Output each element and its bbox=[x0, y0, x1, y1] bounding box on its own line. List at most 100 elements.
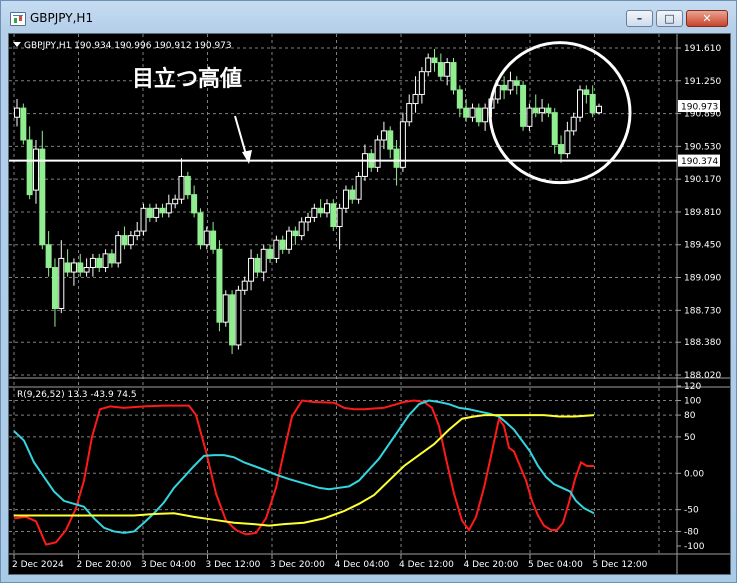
candle-body bbox=[501, 84, 508, 91]
time-tick-label: 4 Dec 20:00 bbox=[464, 560, 519, 570]
candle-body bbox=[361, 153, 368, 177]
candle-body bbox=[450, 62, 457, 91]
candle-body bbox=[64, 262, 71, 273]
candle-body bbox=[520, 84, 527, 127]
candle-body bbox=[317, 207, 324, 214]
candle-body bbox=[286, 230, 293, 250]
candle-body bbox=[260, 248, 267, 273]
time-tick-label: 5 Dec 04:00 bbox=[528, 560, 583, 570]
candle-body bbox=[159, 207, 166, 214]
indicator-info: R(9,26,52) 13.3 -43.9 74.5 bbox=[17, 390, 137, 400]
chart-window-icon[interactable] bbox=[10, 12, 26, 26]
indicator-tick-label: 80 bbox=[684, 411, 696, 421]
candle-body bbox=[58, 257, 65, 310]
price-axis: 191.610191.250190.890190.530190.170189.8… bbox=[677, 44, 721, 381]
chart-area[interactable]: 191.610 191.250 190.890 190.530 190.170 189.8… bbox=[8, 33, 731, 575]
candle-body bbox=[444, 62, 451, 77]
candle-body bbox=[380, 130, 387, 141]
close-button[interactable]: ✕ bbox=[686, 10, 728, 27]
candle-body bbox=[336, 207, 343, 228]
candle-body bbox=[475, 107, 482, 123]
candle-body bbox=[425, 57, 432, 73]
time-tick-label: 4 Dec 12:00 bbox=[399, 560, 454, 570]
title-bar[interactable]: GBPJPY,H1 – □ ✕ bbox=[1, 1, 736, 33]
time-tick-label: 2 Dec 20:00 bbox=[77, 560, 132, 570]
candle-body bbox=[96, 257, 103, 269]
candle-body bbox=[596, 105, 602, 114]
candle-body bbox=[456, 89, 463, 109]
candle-body bbox=[583, 89, 590, 95]
time-tick-label: 3 Dec 12:00 bbox=[206, 560, 261, 570]
price-tick-label: 190.530 bbox=[684, 142, 721, 152]
price-tick-label: 188.730 bbox=[684, 306, 721, 316]
annotation-label: 目立つ高値 bbox=[132, 66, 242, 92]
candle-body bbox=[45, 244, 52, 269]
window-title: GBPJPY,H1 bbox=[30, 11, 94, 25]
indicator-line-cyan bbox=[13, 399, 595, 534]
indicator-lines bbox=[13, 399, 595, 546]
minimize-button[interactable]: – bbox=[626, 10, 653, 27]
candle-body bbox=[127, 235, 134, 246]
indicator-line-yellow bbox=[14, 414, 595, 527]
candle-body bbox=[20, 107, 27, 141]
candle-body bbox=[273, 239, 280, 259]
price-tick-label: 190.170 bbox=[684, 175, 721, 185]
price-tick-label: 191.610 bbox=[684, 44, 721, 54]
candle-body bbox=[102, 253, 109, 269]
time-axis: 2 Dec 2024 2 Dec 20:00 3 Dec 04:00 3 Dec 12… bbox=[12, 554, 648, 570]
candle-body bbox=[418, 71, 425, 95]
candle-body bbox=[577, 89, 584, 118]
candle-body bbox=[235, 289, 242, 346]
annotation-arrow-head bbox=[242, 150, 252, 164]
candle-body bbox=[526, 107, 533, 127]
indicator-tick-label: 120 bbox=[684, 382, 701, 392]
candle-body bbox=[229, 294, 236, 346]
candle-body bbox=[564, 130, 571, 155]
candle-body bbox=[153, 207, 160, 218]
highlight-circle bbox=[488, 41, 632, 185]
chart-window: GBPJPY,H1 – □ ✕ 191.610 191.250 190.890 190… bbox=[0, 0, 737, 583]
candle-body bbox=[83, 267, 90, 273]
time-tick-label: 3 Dec 04:00 bbox=[141, 560, 196, 570]
candle-body bbox=[115, 235, 122, 264]
candle-body bbox=[482, 107, 489, 123]
candle-body bbox=[210, 230, 217, 250]
candle-body bbox=[70, 262, 77, 273]
candle-body bbox=[374, 139, 381, 168]
candle-body bbox=[254, 257, 261, 273]
candle-body bbox=[134, 230, 141, 237]
current-price-label: 190.973 bbox=[681, 103, 718, 113]
candle-body bbox=[532, 107, 539, 114]
candles bbox=[14, 48, 602, 355]
candle-body bbox=[589, 93, 596, 114]
time-tick-label: 2 Dec 2024 bbox=[12, 560, 64, 570]
maximize-button[interactable]: □ bbox=[656, 10, 683, 27]
indicator-tick-label: -80 bbox=[684, 527, 699, 537]
candle-body bbox=[178, 175, 185, 200]
candle-body bbox=[39, 148, 46, 246]
candle-body bbox=[558, 144, 565, 155]
indicator-tick-label: -50 bbox=[684, 506, 699, 516]
price-info: GBPJPY,H1 190.934 190.996 190.912 190.97… bbox=[24, 41, 232, 51]
price-tick-label: 191.250 bbox=[684, 77, 721, 87]
candle-body bbox=[108, 253, 115, 264]
candle-body bbox=[14, 107, 20, 118]
price-tick-label: 188.020 bbox=[684, 371, 721, 381]
candle-body bbox=[305, 216, 311, 223]
candle-body bbox=[330, 203, 337, 228]
price-tick-label: 189.090 bbox=[684, 274, 721, 284]
candle-body bbox=[203, 230, 210, 246]
candle-body bbox=[437, 62, 444, 77]
candle-body bbox=[172, 198, 179, 205]
chart-canvas[interactable]: 191.610191.250190.890190.530190.170189.8… bbox=[9, 34, 730, 574]
candle-body bbox=[146, 207, 153, 218]
candle-body bbox=[165, 203, 172, 214]
candle-body bbox=[292, 230, 299, 237]
candle-body bbox=[412, 93, 419, 105]
candle-body bbox=[513, 80, 520, 86]
candle-body bbox=[463, 107, 470, 118]
candle-body bbox=[349, 189, 356, 200]
candle-body bbox=[298, 221, 305, 237]
candle-body bbox=[323, 203, 330, 214]
indicator-tick-label: 0.00 bbox=[684, 469, 704, 479]
